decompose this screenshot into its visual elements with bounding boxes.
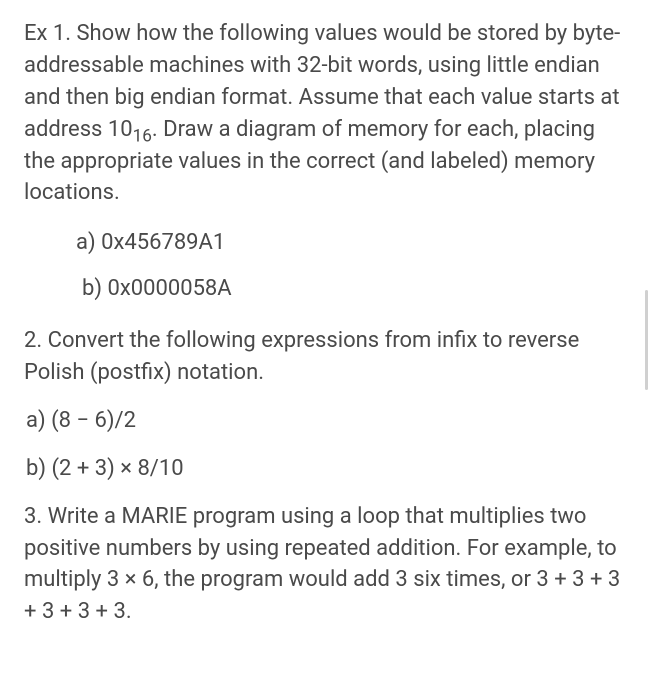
exercise-1-intro: Ex 1. Show how the following values woul… [24,18,625,209]
ex1-subscript: 16 [133,126,152,146]
ex1-option-a: a) 0x456789A1 [24,227,625,259]
question-2-intro: 2. Convert the following expressions fro… [24,325,625,389]
q2-option-a: a) (8 − 6)/2 [24,405,625,437]
question-3-text: 3. Write a MARIE program using a loop th… [24,501,625,629]
q2-option-b: b) (2 + 3) × 8/10 [24,453,625,485]
scrollbar-thumb[interactable] [645,290,648,390]
ex1-option-b: b) 0x0000058A [24,273,625,305]
